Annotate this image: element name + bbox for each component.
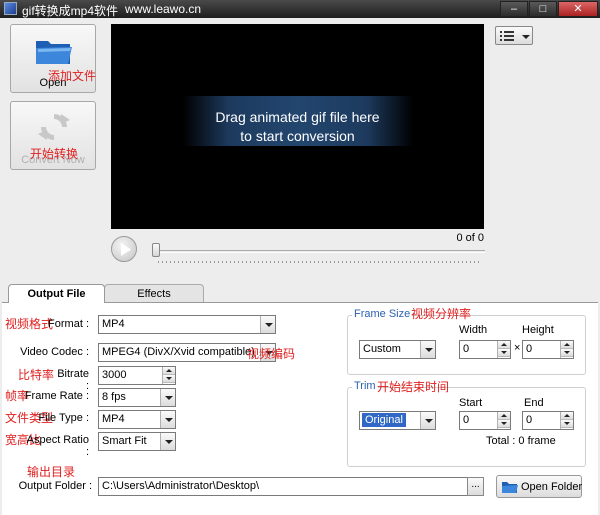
trim-annotation: 开始结束时间 [377,380,450,394]
drop-message-line1: Drag animated gif file here [215,109,380,125]
frame-size-select[interactable]: Custom [359,340,436,359]
window-controls: – □ ✕ [499,1,598,17]
output-folder-input[interactable]: C:\Users\Administrator\Desktop\ [98,477,468,496]
width-label: Width [459,324,488,336]
chevron-down-icon [160,433,175,450]
frame-size-value: Custom [363,343,401,355]
arrow-down-icon[interactable] [561,349,573,357]
folder-icon [36,41,72,64]
window-site: www.leawo.cn [125,2,202,16]
chevron-down-icon [420,412,435,429]
drop-message-line2: to start conversion [240,128,355,144]
bitrate-value: 3000 [102,369,127,381]
file-type-select[interactable]: MP4 [98,410,176,429]
close-button[interactable]: ✕ [558,1,598,17]
start-value: 0 [463,414,470,426]
chevron-down-icon [420,341,435,358]
frame-rate-value: 8 fps [102,391,126,403]
arrow-down-icon[interactable] [561,420,573,428]
seek-ticks [158,261,482,263]
aspect-ratio-select[interactable]: Smart Fit [98,432,176,451]
tab-output-file[interactable]: Output File [8,284,105,303]
bitrate-spinner[interactable]: 3000 [98,366,176,385]
video-codec-label: Video Codec : [20,346,89,358]
video-codec-annotation: 视频编码 [247,347,296,361]
chevron-down-icon [260,316,275,333]
play-button[interactable] [111,236,137,262]
trim-mode-select[interactable]: Original [359,411,436,430]
chevron-down-icon [160,389,175,406]
arrow-up-icon[interactable] [498,412,510,420]
video-preview[interactable]: Drag animated gif file here to start con… [111,24,484,229]
width-value: 0 [463,343,470,355]
format-value: MP4 [102,318,125,330]
open-annotation: 添加文件 [48,69,97,83]
height-label: Height [522,324,554,336]
frame-size-annotation: 视频分辨率 [411,307,472,321]
file-type-label: File Type : [38,412,89,424]
aspect-ratio-label: Aspect Ratio : [26,434,89,458]
chevron-down-icon [160,411,175,428]
convert-annotation: 开始转换 [30,147,79,161]
format-select[interactable]: MP4 [98,315,276,334]
output-file-panel: 视频格式 Format : MP4 Video Codec : MPEG4 (D… [2,302,598,515]
maximize-button[interactable]: □ [529,1,557,17]
list-icon [500,31,514,41]
seek-thumb[interactable] [152,243,160,257]
frame-counter: 0 of 0 [456,232,484,244]
main-window: Open 添加文件 Convert Now 开始转换 Drag animated… [0,18,600,515]
height-spinner[interactable]: 0 [522,340,574,359]
output-folder-label: Output Folder : [18,480,92,492]
trim-group: Trim Start End Original 0 0 Total : 0 fr… [347,380,586,467]
frame-size-group: Frame Size Width Height Custom 0 × 0 [347,308,586,375]
file-type-value: MP4 [102,413,125,425]
output-folder-annotation: 输出目录 [27,465,76,479]
trim-title: Trim [352,380,378,392]
view-menu-button[interactable] [495,26,533,45]
arrow-up-icon[interactable] [498,341,510,349]
end-label: End [524,397,544,409]
format-label: Format : [48,318,89,330]
bitrate-label: Bitrate : [57,368,89,392]
total-frames: Total : 0 frame [486,435,556,447]
chevron-down-icon [522,35,530,39]
seek-track[interactable] [152,250,485,253]
app-icon [4,2,17,15]
end-value: 0 [526,414,533,426]
arrow-down-icon[interactable] [163,375,175,383]
window-title: gif转换成mp4软件 [22,4,119,18]
minimize-button[interactable]: – [500,1,528,17]
output-folder-value: C:\Users\Administrator\Desktop\ [102,480,260,492]
open-folder-button[interactable]: Open Folder [496,475,582,498]
height-value: 0 [526,343,533,355]
arrow-down-icon[interactable] [498,420,510,428]
end-spinner[interactable]: 0 [522,411,574,430]
bitrate-annotation: 比特率 [18,368,55,382]
start-label: Start [459,397,483,409]
video-codec-value: MPEG4 (DivX/Xvid compatible) [102,346,255,358]
arrow-up-icon[interactable] [561,341,573,349]
drop-message: Drag animated gif file here to start con… [111,108,484,146]
arrow-up-icon[interactable] [163,367,175,375]
start-spinner[interactable]: 0 [459,411,511,430]
aspect-ratio-value: Smart Fit [102,435,147,447]
frame-size-title: Frame Size [352,308,413,320]
arrow-up-icon[interactable] [561,412,573,420]
frame-rate-label: Frame Rate : [24,390,89,402]
tab-effects[interactable]: Effects [104,284,204,303]
play-icon [121,243,131,256]
refresh-icon [38,114,70,140]
frame-rate-select[interactable]: 8 fps [98,388,176,407]
trim-mode-value: Original [362,413,406,427]
browse-button[interactable]: ... [467,477,484,496]
times-sign: × [514,342,521,354]
width-spinner[interactable]: 0 [459,340,511,359]
folder-icon [502,482,518,493]
arrow-down-icon[interactable] [498,349,510,357]
title-bar: gif转换成mp4软件 www.leawo.cn – □ ✕ [0,0,600,18]
open-folder-label: Open Folder [521,481,583,493]
